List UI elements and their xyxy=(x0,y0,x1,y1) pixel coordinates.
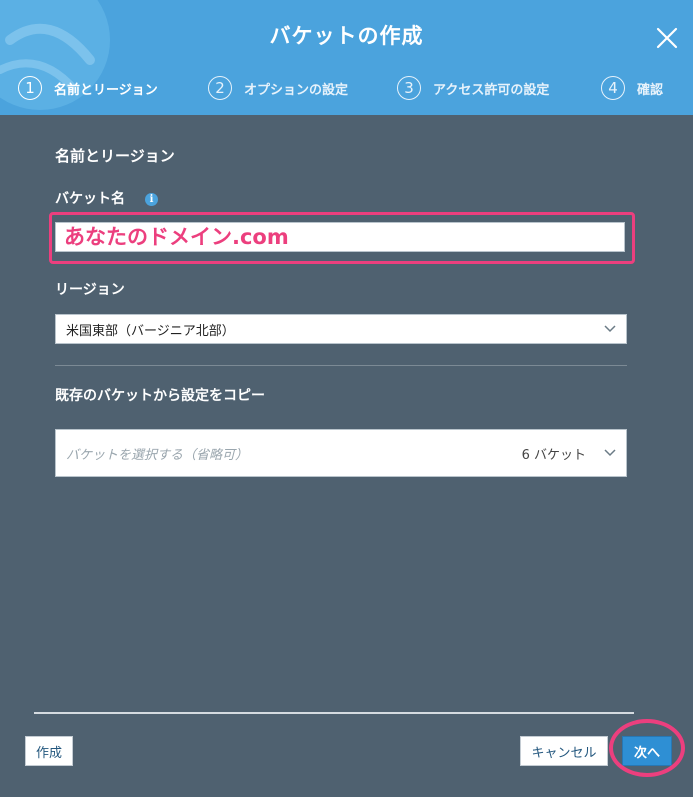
step-review[interactable]: 4 確認 xyxy=(601,76,663,100)
info-icon[interactable]: i xyxy=(145,193,158,206)
bucket-name-label-text: バケット名 xyxy=(55,191,125,207)
step-options[interactable]: 2 オプションの設定 xyxy=(208,76,348,100)
step-label: 確認 xyxy=(637,82,664,98)
footer-divider xyxy=(34,712,634,714)
modal-header: バケットの作成 1 名前とリージョン 2 オプションの設定 3 アクセス許可の設… xyxy=(0,0,693,115)
step-name-and-region[interactable]: 1 名前とリージョン xyxy=(18,76,158,100)
chevron-down-icon xyxy=(604,325,616,333)
step-number: 1 xyxy=(18,76,42,100)
copy-bucket-select[interactable]: バケットを選択する（省略可） 6 バケット xyxy=(55,429,627,477)
bucket-count: 6 バケット xyxy=(521,447,586,463)
region-label: リージョン xyxy=(55,282,125,298)
modal-title: バケットの作成 xyxy=(269,24,424,48)
create-button[interactable]: 作成 xyxy=(25,736,73,766)
chevron-down-icon xyxy=(604,449,616,457)
step-number: 4 xyxy=(601,76,625,100)
step-number: 3 xyxy=(397,76,421,100)
region-value: 米国東部（バージニア北部） xyxy=(66,323,235,339)
cancel-button[interactable]: キャンセル xyxy=(520,736,608,766)
step-permissions[interactable]: 3 アクセス許可の設定 xyxy=(397,76,549,100)
bucket-name-input[interactable]: あなたのドメイン.com xyxy=(55,222,625,252)
step-label: アクセス許可の設定 xyxy=(433,82,550,98)
close-icon[interactable] xyxy=(655,26,679,50)
step-label: 名前とリージョン xyxy=(54,82,158,98)
copy-settings-label: 既存のバケットから設定をコピー xyxy=(55,388,265,404)
bucket-name-label: バケット名 i xyxy=(55,188,158,208)
section-title: 名前とリージョン xyxy=(55,147,175,165)
copy-bucket-placeholder: バケットを選択する（省略可） xyxy=(66,447,249,463)
region-select[interactable]: 米国東部（バージニア北部） xyxy=(55,314,627,344)
section-divider xyxy=(55,365,627,366)
step-label: オプションの設定 xyxy=(244,82,349,98)
create-bucket-modal: バケットの作成 1 名前とリージョン 2 オプションの設定 3 アクセス許可の設… xyxy=(0,0,693,797)
next-button[interactable]: 次へ xyxy=(622,736,672,766)
step-number: 2 xyxy=(208,76,232,100)
wizard-steps: 1 名前とリージョン 2 オプションの設定 3 アクセス許可の設定 4 確認 xyxy=(18,76,673,104)
